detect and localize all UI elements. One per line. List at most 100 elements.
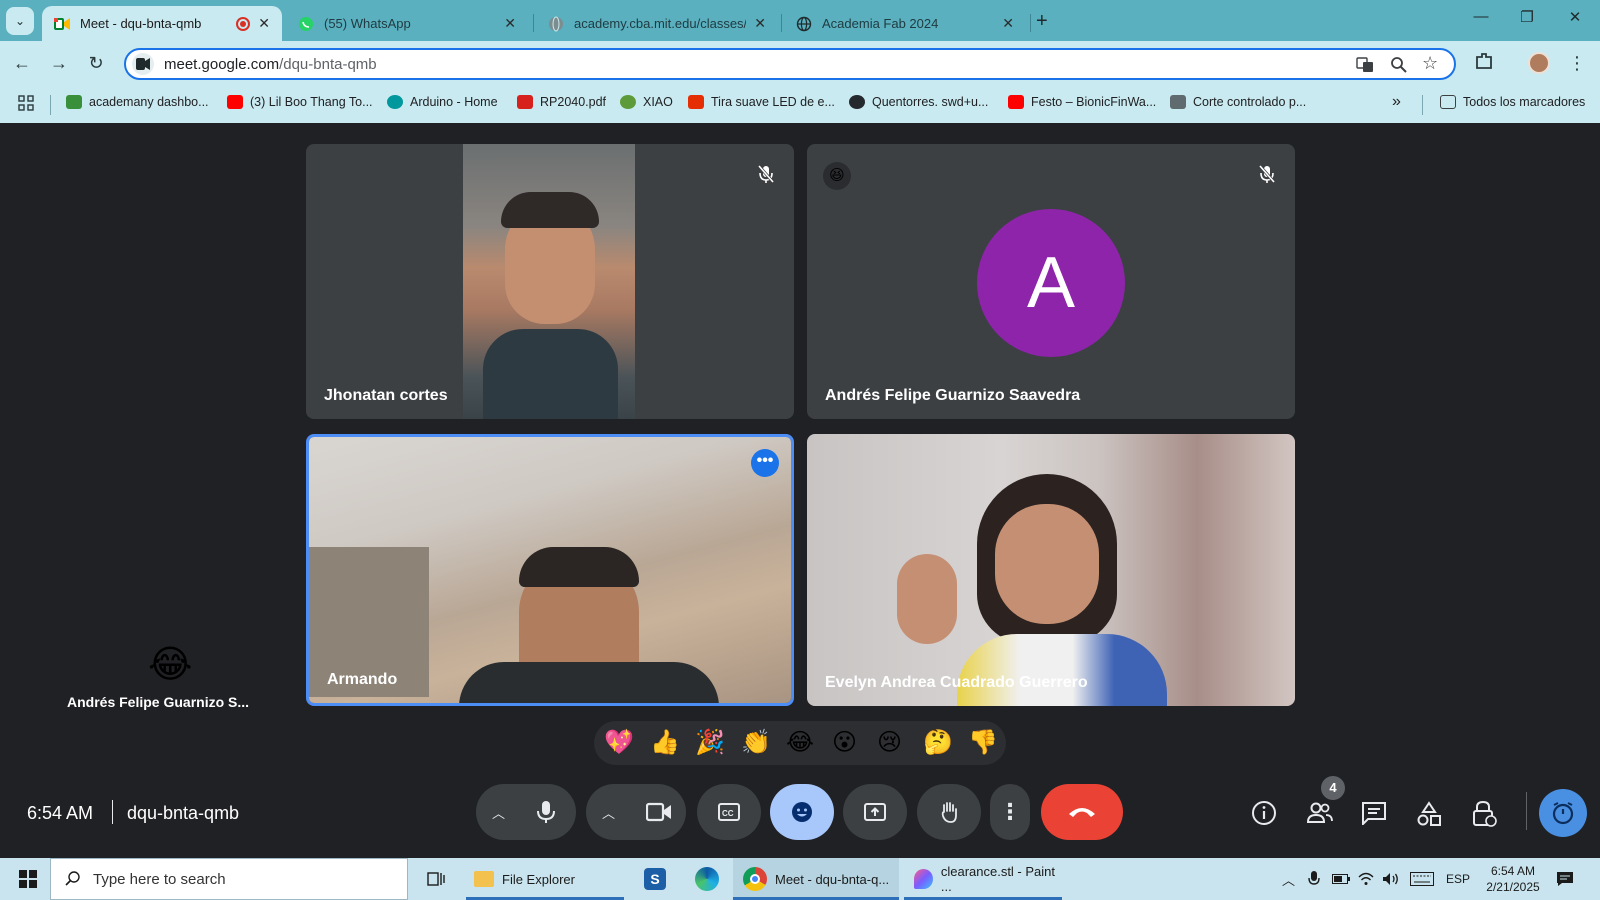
close-window-icon[interactable]: ✕	[1560, 8, 1590, 32]
raise-hand-button[interactable]	[917, 784, 981, 840]
back-icon[interactable]: ←	[10, 51, 34, 75]
people-icon[interactable]	[1306, 801, 1334, 830]
participant-tile-evelyn[interactable]: Evelyn Andrea Cuadrado Guerrero	[807, 434, 1295, 706]
participant-tile-jhonatan[interactable]: Jhonatan cortes	[306, 144, 794, 419]
volume-icon[interactable]	[1382, 858, 1400, 900]
tab-whatsapp[interactable]: (55) WhatsApp ✕	[286, 6, 528, 41]
taskbar-file-explorer[interactable]: File Explorer	[466, 858, 624, 900]
bookmark-quentorres[interactable]: Quentorres. swd+u...	[849, 95, 988, 109]
activities-icon[interactable]	[1416, 801, 1442, 832]
notifications-icon[interactable]	[1556, 858, 1574, 900]
chat-icon[interactable]	[1361, 801, 1387, 830]
minimize-icon[interactable]: —	[1466, 8, 1496, 32]
timer-icon	[1552, 802, 1574, 825]
reactions-button[interactable]	[770, 784, 834, 840]
reaction-laugh-button[interactable]: 😂	[786, 728, 814, 757]
taskbar-chrome-meet[interactable]: Meet - dqu-bnta-q...	[733, 858, 899, 900]
participant-name: Jhonatan cortes	[324, 387, 448, 404]
participant-video	[309, 437, 791, 703]
timer-button[interactable]	[1539, 789, 1587, 837]
youtube-icon	[1008, 95, 1024, 109]
reaction-party-button[interactable]: 🎉	[695, 728, 725, 757]
tab-close-icon[interactable]: ✕	[504, 15, 516, 32]
participant-tile-armando[interactable]: ••• Armando	[306, 434, 794, 706]
reload-icon[interactable]: ↻	[84, 51, 108, 75]
bookmark-corte[interactable]: Corte controlado p...	[1170, 95, 1306, 109]
bookmark-arduino[interactable]: Arduino - Home	[387, 95, 498, 109]
wifi-icon[interactable]	[1358, 858, 1374, 900]
video-options-button[interactable]: ︿	[586, 784, 686, 840]
taskbar-skype[interactable]: S	[640, 858, 670, 900]
bookmark-label: academany dashbo...	[89, 95, 209, 109]
menu-dots-icon[interactable]: ⋮	[1565, 51, 1589, 75]
bookmark-tira-led[interactable]: Tira suave LED de e...	[688, 95, 835, 109]
participant-video	[463, 144, 635, 419]
bookmark-festo[interactable]: Festo – BionicFinWa...	[1008, 95, 1156, 109]
microphone-tray-icon[interactable]	[1308, 858, 1320, 900]
microphone-icon[interactable]	[536, 800, 556, 829]
bookmark-label: Corte controlado p...	[1193, 95, 1307, 109]
participant-tile-andres[interactable]: 😆 A Andrés Felipe Guarnizo Saavedra	[807, 144, 1295, 419]
tab-close-icon[interactable]: ✕	[258, 15, 270, 32]
participant-name: Andrés Felipe Guarnizo Saavedra	[825, 387, 1081, 404]
academany-icon	[66, 95, 82, 109]
keyboard-icon[interactable]	[1410, 858, 1434, 900]
tab-title: (55) WhatsApp	[324, 16, 411, 31]
avatar: A	[977, 209, 1125, 357]
tab-academia-fab[interactable]: Academia Fab 2024 ✕	[784, 6, 1026, 41]
profile-avatar[interactable]	[1528, 52, 1550, 74]
chevron-up-icon: ︿	[602, 805, 616, 821]
tab-close-icon[interactable]: ✕	[754, 15, 766, 32]
tab-search-button[interactable]: ⌄	[6, 7, 34, 35]
start-button[interactable]	[10, 858, 46, 900]
leave-call-button[interactable]	[1041, 784, 1123, 840]
tab-academy[interactable]: academy.cba.mit.edu/classes/sc ✕	[536, 6, 778, 41]
tab-meet[interactable]: Meet - dqu-bnta-qmb ✕	[42, 6, 282, 41]
battery-icon[interactable]	[1332, 858, 1350, 900]
audio-options-button[interactable]: ︿	[476, 784, 576, 840]
divider	[112, 800, 113, 824]
all-bookmarks-folder[interactable]: Todos los marcadores	[1440, 95, 1585, 109]
pdf-icon	[517, 95, 533, 109]
more-bookmarks-icon[interactable]: »	[1392, 93, 1401, 111]
taskbar-paint[interactable]: clearance.stl - Paint ...	[904, 858, 1062, 900]
new-tab-button[interactable]: +	[1036, 10, 1048, 33]
taskbar-app-label: Meet - dqu-bnta-q...	[775, 871, 890, 887]
reaction-clap-button[interactable]: 👏	[741, 728, 771, 757]
taskbar-search[interactable]: Type here to search	[50, 858, 408, 900]
bookmark-youtube-lilboo[interactable]: (3) Lil Boo Thang To...	[227, 95, 373, 109]
task-view-icon[interactable]	[424, 858, 448, 900]
apps-grid-icon[interactable]	[18, 95, 34, 111]
restore-icon[interactable]: ❐	[1512, 8, 1542, 32]
chrome-icon	[743, 867, 767, 891]
address-bar[interactable]: meet.google.com/dqu-bnta-qmb ☆	[124, 48, 1456, 80]
reaction-thumbs-down-button[interactable]: 👎	[968, 728, 998, 757]
meeting-details-icon[interactable]	[1251, 800, 1277, 831]
more-options-button[interactable]: ⋮	[990, 784, 1030, 840]
reaction-surprised-button[interactable]: 😮	[832, 728, 857, 757]
forward-icon[interactable]: →	[47, 51, 71, 75]
reaction-heart-button[interactable]: 💖	[604, 728, 634, 757]
mic-off-icon	[752, 160, 780, 188]
show-hidden-icons[interactable]: ︿	[1282, 858, 1295, 900]
zoom-icon[interactable]	[1390, 56, 1408, 78]
camera-icon[interactable]	[645, 802, 672, 827]
captions-button[interactable]: CC	[697, 784, 761, 840]
bookmark-star-icon[interactable]: ☆	[1422, 53, 1438, 74]
taskbar-edge[interactable]	[692, 858, 722, 900]
input-language[interactable]: ESP	[1446, 858, 1470, 900]
reaction-thumbs-up-button[interactable]: 👍	[650, 728, 680, 757]
reaction-sad-button[interactable]: 😢	[877, 728, 902, 757]
clock[interactable]: 6:54 AM 2/21/2025	[1478, 858, 1548, 900]
host-controls-icon[interactable]	[1471, 800, 1497, 833]
translate-icon[interactable]	[1356, 56, 1374, 78]
tab-close-icon[interactable]: ✕	[1002, 15, 1014, 32]
site-info-icon[interactable]	[132, 53, 154, 75]
present-button[interactable]	[843, 784, 907, 840]
bookmark-academany[interactable]: academany dashbo...	[66, 95, 209, 109]
more-options-icon[interactable]: •••	[751, 449, 779, 477]
bookmark-xiao[interactable]: XIAO	[620, 95, 673, 109]
bookmark-rp2040[interactable]: RP2040.pdf	[517, 95, 606, 109]
extensions-icon[interactable]	[1472, 51, 1496, 75]
reaction-thinking-button[interactable]: 🤔	[923, 728, 953, 757]
